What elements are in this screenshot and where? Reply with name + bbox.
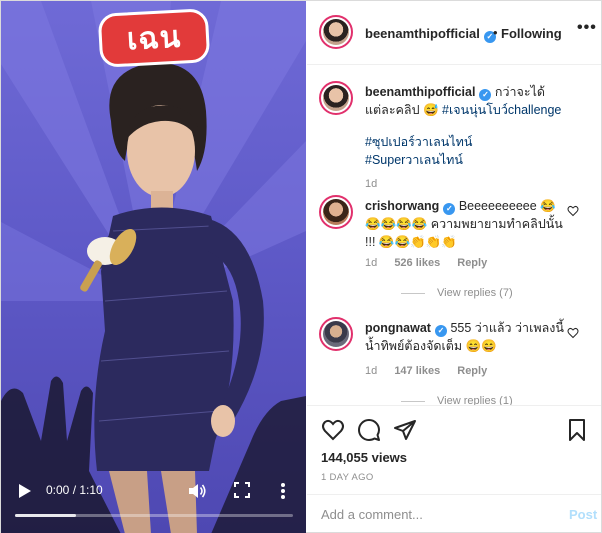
video-more-icon[interactable] — [277, 481, 289, 501]
verified-badge-icon: ✓ — [443, 203, 456, 215]
play-icon[interactable] — [15, 482, 33, 500]
comment-likes[interactable]: 147 likes — [394, 365, 440, 377]
comment-likes[interactable]: 526 likes — [394, 257, 440, 269]
caption-text: beenamthipofficial ✓ กว่าจะได้แต่ละคลิป 😅… — [365, 83, 565, 169]
comment-meta: 1d 147 likes Reply — [365, 365, 501, 377]
caption-hashtags[interactable]: #ซุปเปอร์วาเลนไทน์ #Superวาเลนไทน์ — [365, 135, 472, 167]
replies-divider — [401, 292, 425, 294]
avatar[interactable] — [319, 195, 353, 229]
video-player[interactable]: เฉน 0:00 / 1:10 — [1, 1, 306, 533]
avatar[interactable] — [319, 81, 353, 115]
verified-badge-icon: ✓ — [479, 89, 492, 101]
like-heart-icon[interactable] — [321, 418, 345, 442]
avatar[interactable] — [319, 317, 353, 351]
post-actions: 144,055 views 1 DAY AGO Post — [307, 405, 601, 532]
video-progress-bar[interactable] — [15, 514, 293, 517]
bookmark-icon[interactable] — [565, 418, 589, 442]
comment-item: pongnawat ✓ 555 ว่าแล้ว ว่าเพลงนี้ น้ำทิพ… — [307, 317, 601, 405]
view-replies-button[interactable]: View replies (1) — [401, 395, 513, 405]
replies-divider — [401, 400, 425, 402]
view-count[interactable]: 144,055 views — [321, 450, 407, 465]
following-button[interactable]: Following — [501, 26, 562, 41]
video-progress-fill — [15, 514, 77, 517]
comment-bubble-icon[interactable] — [357, 418, 381, 442]
caption-meta: 1d — [365, 178, 391, 190]
add-comment-bar: Post — [307, 494, 601, 533]
post-header: beenamthipofficial ✓ • Following ••• — [307, 1, 601, 65]
reply-button[interactable]: Reply — [457, 365, 487, 377]
video-controls: 0:00 / 1:10 — [1, 474, 306, 533]
view-replies-button[interactable]: View replies (7) — [401, 287, 513, 299]
instagram-post: เฉน 0:00 / 1:10 beenamthipofficial ✓ • F… — [0, 0, 602, 533]
volume-icon[interactable] — [187, 481, 207, 501]
caption-hashtag[interactable]: #เจนนุ่นโบว์challenge — [442, 103, 561, 117]
caption: beenamthipofficial ✓ กว่าจะได้แต่ละคลิป 😅… — [307, 81, 601, 191]
comment-text: crishorwang ✓ Beeeeeeeeee 😂😂😂😂😂 ความพยายา… — [365, 197, 565, 251]
comments-list[interactable]: beenamthipofficial ✓ กว่าจะได้แต่ละคลิป 😅… — [307, 65, 601, 405]
avatar[interactable] — [319, 15, 353, 49]
comment-text: pongnawat ✓ 555 ว่าแล้ว ว่าเพลงนี้ น้ำทิพ… — [365, 319, 565, 355]
fullscreen-icon[interactable] — [233, 481, 251, 499]
reply-button[interactable]: Reply — [457, 257, 487, 269]
comment-item: crishorwang ✓ Beeeeeeeeee 😂😂😂😂😂 ความพยายา… — [307, 195, 601, 305]
header-username[interactable]: beenamthipofficial ✓ — [365, 26, 496, 43]
video-time: 0:00 / 1:10 — [46, 483, 103, 497]
comment-meta: 1d 526 likes Reply — [365, 257, 501, 269]
post-date[interactable]: 1 DAY AGO — [321, 472, 374, 483]
comment-time[interactable]: 1d — [365, 365, 377, 377]
caption-username[interactable]: beenamthipofficial — [365, 85, 475, 99]
dancer-figure — [1, 62, 306, 533]
header-separator: • — [493, 25, 498, 40]
comment-username[interactable]: crishorwang — [365, 199, 439, 213]
video-logo-overlay: เฉน — [97, 8, 211, 68]
post-side-panel: beenamthipofficial ✓ • Following ••• been… — [307, 1, 601, 532]
share-paper-plane-icon[interactable] — [393, 418, 417, 442]
caption-time[interactable]: 1d — [365, 178, 377, 190]
post-comment-button[interactable]: Post — [569, 507, 597, 522]
verified-badge-icon: ✓ — [434, 325, 447, 337]
like-comment-heart-icon[interactable] — [567, 205, 579, 217]
comment-time[interactable]: 1d — [365, 257, 377, 269]
comment-input[interactable] — [321, 504, 541, 524]
more-options-icon[interactable]: ••• — [577, 19, 597, 37]
like-comment-heart-icon[interactable] — [567, 327, 579, 339]
comment-username[interactable]: pongnawat — [365, 321, 431, 335]
